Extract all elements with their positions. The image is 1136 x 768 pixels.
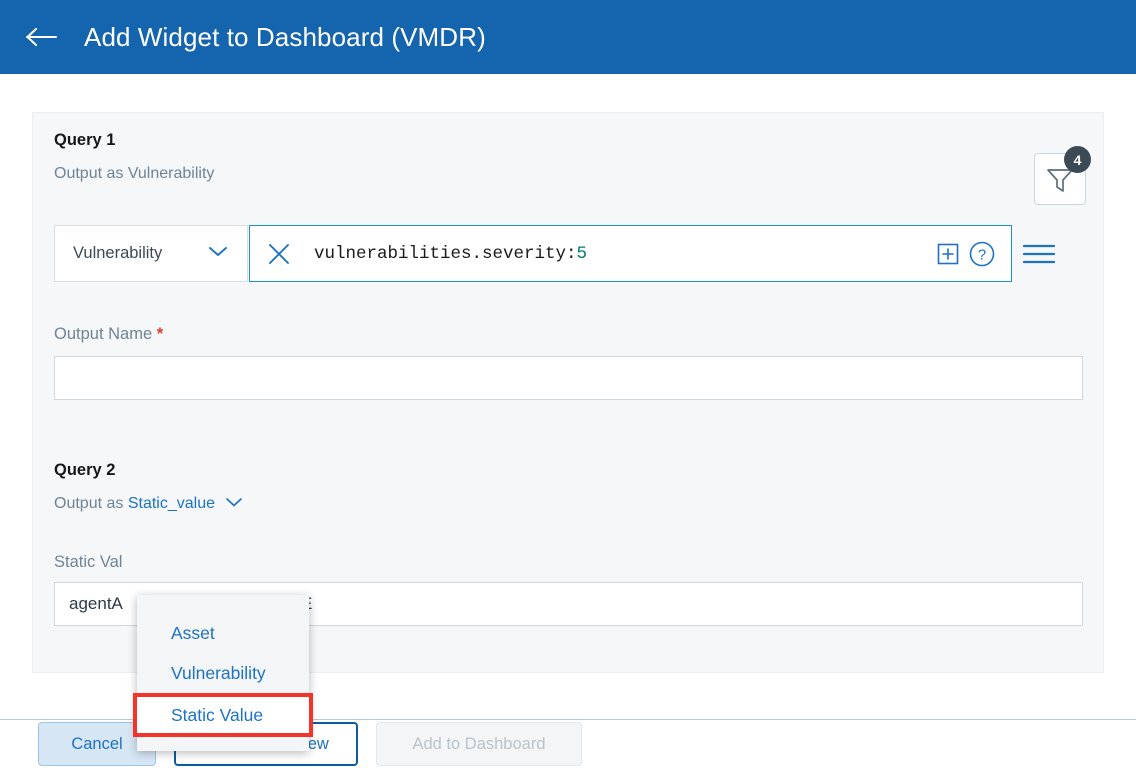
query2-output-as: Output as Static_value bbox=[54, 495, 243, 513]
query2-title: Query 2 bbox=[54, 461, 116, 479]
output-as-dropdown-menu: Asset Vulnerability Static Value bbox=[133, 595, 313, 751]
app-header: Add Widget to Dashboard (VMDR) bbox=[0, 0, 1136, 74]
question-circle-icon[interactable]: ? bbox=[965, 237, 999, 271]
query1-output-as: Output as Vulnerability bbox=[54, 165, 214, 183]
query1-title: Query 1 bbox=[54, 131, 116, 149]
static-value-left: agentA bbox=[69, 594, 123, 613]
plus-box-icon[interactable] bbox=[931, 237, 965, 271]
query1-search-row: Vulnerability vulnerabilities.severity:5 bbox=[54, 225, 1066, 282]
svg-text:?: ? bbox=[978, 246, 986, 263]
page-body: Query 1 Output as Vulnerability 4 Vulner… bbox=[0, 74, 1136, 768]
output-name-label: Output Name * bbox=[54, 325, 163, 344]
query1-scope-select-value: Vulnerability bbox=[73, 244, 163, 262]
dropdown-option-vulnerability[interactable]: Vulnerability bbox=[137, 653, 309, 693]
filter-button[interactable]: 4 bbox=[1034, 146, 1091, 205]
output-name-label-text: Output Name bbox=[54, 325, 153, 343]
dropdown-option-asset[interactable]: Asset bbox=[137, 613, 309, 653]
query1-output-as-prefix: Output as bbox=[54, 165, 128, 182]
query1-search-text: vulnerabilities.severity:5 bbox=[314, 244, 931, 264]
hamburger-menu-icon[interactable] bbox=[1012, 225, 1066, 282]
query1-search-text-value: 5 bbox=[576, 243, 588, 264]
add-to-dashboard-button: Add to Dashboard bbox=[376, 722, 582, 766]
filter-badge-count: 4 bbox=[1064, 146, 1091, 173]
query1-output-as-value: Vulnerability bbox=[127, 165, 215, 182]
query1-search-input[interactable]: vulnerabilities.severity:5 ? bbox=[249, 225, 1012, 282]
dropdown-option-static-value[interactable]: Static Value bbox=[133, 693, 313, 737]
static-value-label: Static Val bbox=[54, 553, 123, 571]
chevron-down-icon bbox=[207, 244, 229, 263]
query1-search-text-prefix: vulnerabilities.severity: bbox=[314, 243, 577, 264]
chevron-down-icon[interactable] bbox=[225, 495, 243, 513]
query2-output-as-prefix: Output as bbox=[54, 495, 128, 513]
query2-output-as-value[interactable]: Static_value bbox=[128, 495, 215, 512]
required-asterisk: * bbox=[156, 325, 164, 343]
output-name-input[interactable] bbox=[54, 356, 1083, 400]
back-arrow-icon[interactable] bbox=[22, 17, 62, 57]
query1-scope-select[interactable]: Vulnerability bbox=[54, 225, 248, 282]
close-x-icon[interactable] bbox=[266, 241, 292, 267]
widget-config-card: Query 1 Output as Vulnerability 4 Vulner… bbox=[32, 112, 1104, 673]
page-title: Add Widget to Dashboard (VMDR) bbox=[84, 21, 486, 52]
